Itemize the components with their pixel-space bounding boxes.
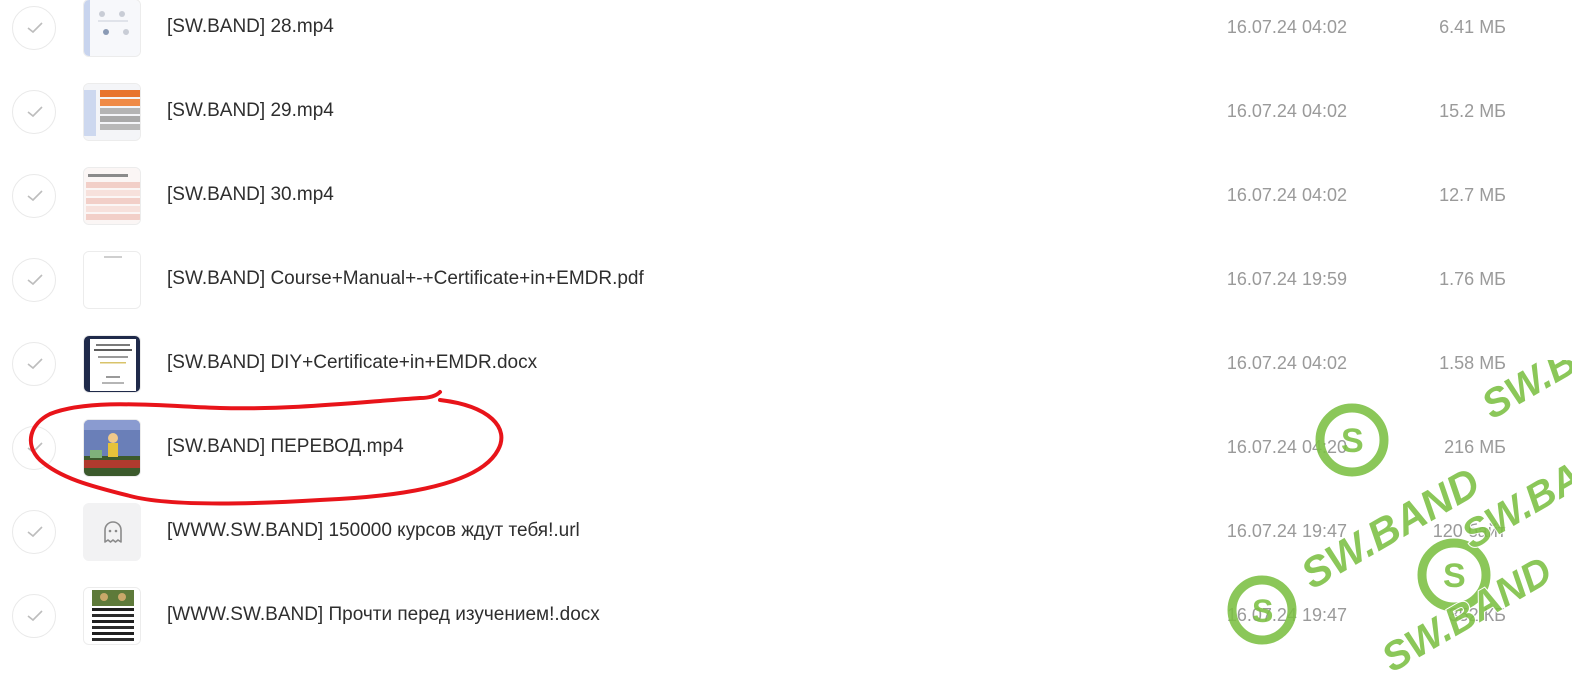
file-thumbnail[interactable]: [83, 419, 141, 477]
file-date: 16.07.24 19:47: [1226, 605, 1347, 625]
select-checkbox[interactable]: [12, 258, 56, 302]
file-thumbnail[interactable]: [83, 335, 141, 393]
video-slide-icon: [84, 84, 140, 140]
file-thumbnail[interactable]: [83, 503, 141, 561]
video-slide-icon: [84, 168, 140, 224]
file-size: 12.7 МБ: [1439, 185, 1506, 205]
file-date: 16.07.24 04:02: [1226, 101, 1347, 121]
file-date: 16.07.24 04:20: [1226, 437, 1347, 457]
file-row[interactable]: [SW.BAND] 29.mp4 16.07.24 04:02 15.2 МБ: [0, 70, 1572, 154]
file-row[interactable]: [SW.BAND] 28.mp4 16.07.24 04:02 6.41 МБ: [0, 0, 1572, 70]
file-size: 352 КБ: [1448, 605, 1506, 625]
check-icon: [27, 358, 43, 370]
file-name[interactable]: [SW.BAND] 28.mp4: [167, 16, 334, 38]
select-checkbox[interactable]: [12, 342, 56, 386]
cartoon-video-icon: [84, 420, 140, 476]
file-size: 216 МБ: [1444, 437, 1506, 457]
select-checkbox[interactable]: [12, 426, 56, 470]
certificate-doc-icon: [84, 336, 140, 392]
file-date: 16.07.24 19:59: [1226, 269, 1347, 289]
file-size: 6.41 МБ: [1439, 17, 1506, 37]
select-checkbox[interactable]: [12, 174, 56, 218]
file-row[interactable]: [SW.BAND] Course+Manual+-+Certificate+in…: [0, 238, 1572, 322]
file-list: [SW.BAND] 28.mp4 16.07.24 04:02 6.41 МБ …: [0, 0, 1572, 658]
file-size: 15.2 МБ: [1439, 101, 1506, 121]
file-row[interactable]: [SW.BAND] DIY+Certificate+in+EMDR.docx 1…: [0, 322, 1572, 406]
file-name[interactable]: [SW.BAND] DIY+Certificate+in+EMDR.docx: [167, 352, 537, 374]
check-icon: [27, 442, 43, 454]
check-icon: [27, 610, 43, 622]
select-checkbox[interactable]: [12, 90, 56, 134]
select-checkbox[interactable]: [12, 510, 56, 554]
check-icon: [27, 190, 43, 202]
ghost-icon: [104, 521, 122, 543]
check-icon: [27, 526, 43, 538]
doc-preview-icon: [84, 588, 140, 644]
file-thumbnail[interactable]: [83, 83, 141, 141]
file-date: 16.07.24 04:02: [1226, 17, 1347, 37]
check-icon: [27, 106, 43, 118]
video-slide-icon: [84, 0, 140, 56]
file-name[interactable]: [SW.BAND] 29.mp4: [167, 100, 334, 122]
check-icon: [27, 22, 43, 34]
file-row[interactable]: [WWW.SW.BAND] Прочти перед изучением!.do…: [0, 574, 1572, 658]
file-name[interactable]: [SW.BAND] ПЕРЕВОД.mp4: [167, 436, 404, 458]
file-date: 16.07.24 04:02: [1226, 185, 1347, 205]
select-checkbox[interactable]: [12, 594, 56, 638]
file-thumbnail[interactable]: [83, 251, 141, 309]
file-date: 16.07.24 19:47: [1226, 521, 1347, 541]
pdf-page-icon: [84, 252, 140, 308]
file-name[interactable]: [SW.BAND] 30.mp4: [167, 184, 334, 206]
file-row[interactable]: [WWW.SW.BAND] 150000 курсов ждут тебя!.u…: [0, 490, 1572, 574]
file-thumbnail[interactable]: [83, 0, 141, 57]
file-date: 16.07.24 04:02: [1226, 353, 1347, 373]
file-name[interactable]: [WWW.SW.BAND] 150000 курсов ждут тебя!.u…: [167, 520, 580, 542]
file-thumbnail[interactable]: [83, 587, 141, 645]
select-checkbox[interactable]: [12, 6, 56, 50]
file-row[interactable]: [SW.BAND] ПЕРЕВОД.mp4 16.07.24 04:20 216…: [0, 406, 1572, 490]
check-icon: [27, 274, 43, 286]
file-row[interactable]: [SW.BAND] 30.mp4 16.07.24 04:02 12.7 МБ: [0, 154, 1572, 238]
file-size: 1.76 МБ: [1439, 269, 1506, 289]
file-thumbnail[interactable]: [83, 167, 141, 225]
file-size: 120 байт: [1432, 521, 1506, 541]
file-size: 1.58 МБ: [1439, 353, 1506, 373]
file-name[interactable]: [SW.BAND] Course+Manual+-+Certificate+in…: [167, 268, 644, 290]
file-name[interactable]: [WWW.SW.BAND] Прочти перед изучением!.do…: [167, 604, 600, 626]
